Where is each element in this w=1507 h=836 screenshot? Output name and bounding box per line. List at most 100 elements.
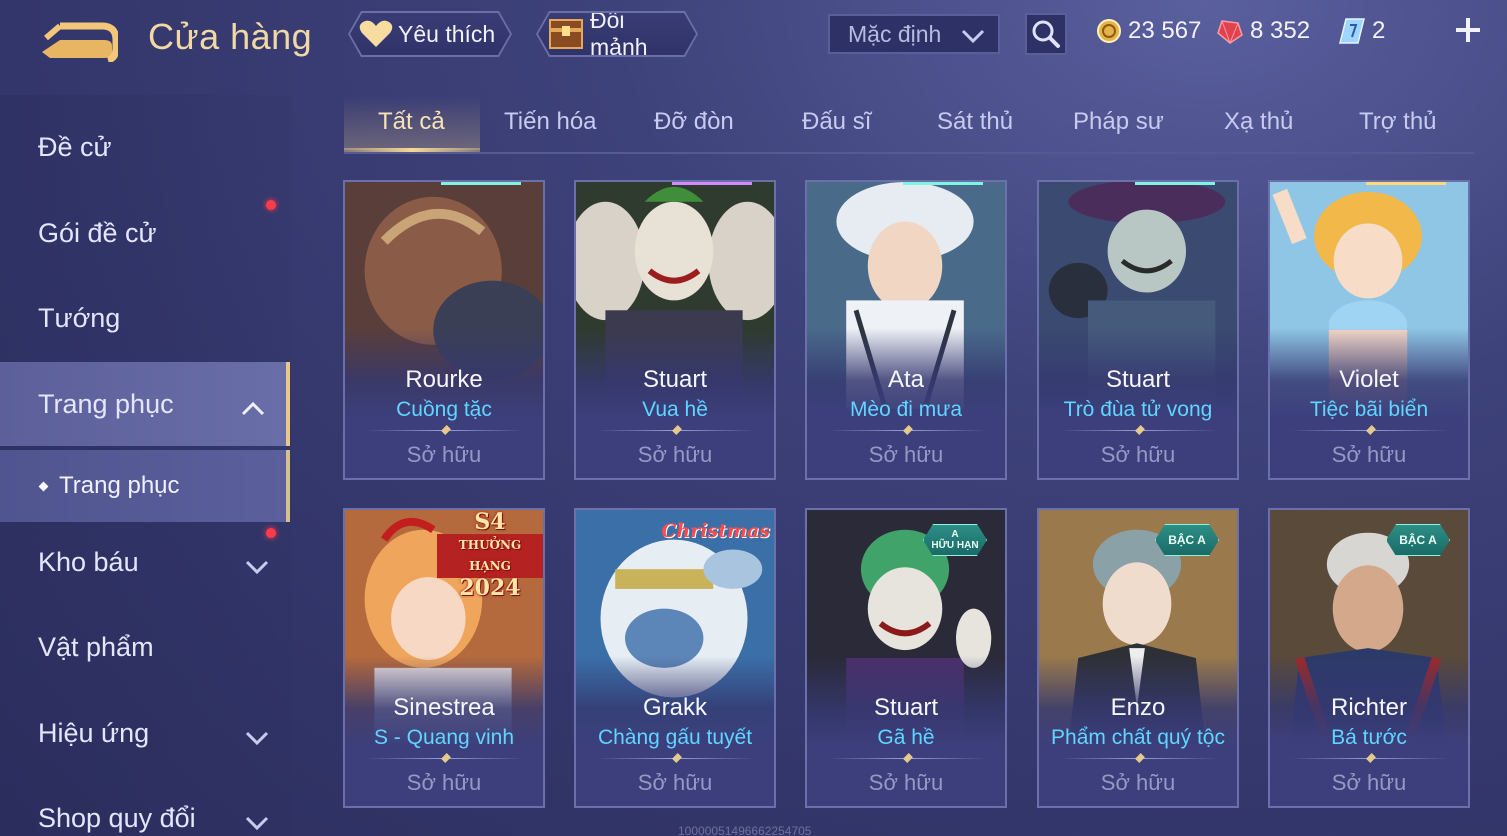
sidebar-subitem-label: Trang phục — [59, 472, 180, 499]
skin-card[interactable]: Stuart Trò đùa tử vong Sở hữu — [1037, 180, 1239, 480]
gold-amount: 23 567 — [1128, 17, 1202, 44]
skin-name: Vua hề — [642, 398, 708, 421]
owned-status: Sở hữu — [406, 770, 482, 795]
hero-name: Stuart — [642, 366, 708, 393]
chest-icon — [546, 16, 586, 52]
back-button[interactable] — [38, 18, 120, 64]
banner-label: THƯỞNG HẠNG — [437, 534, 543, 578]
skin-name: Trò đùa tử vong — [1063, 398, 1213, 421]
hero-name: Grakk — [642, 694, 707, 721]
tab-all[interactable]: Tất cả — [378, 108, 445, 136]
banner-year: 2024 — [459, 575, 521, 601]
skin-card[interactable]: Rourke Cuồng tặc Sở hữu — [343, 180, 545, 480]
owned-status: Sở hữu — [868, 442, 944, 467]
tab-mage[interactable]: Pháp sư — [1073, 108, 1164, 136]
skin-name: S - Quang vinh — [373, 726, 515, 749]
gem-amount: 8 352 — [1250, 17, 1311, 44]
tab-assassin[interactable]: Sát thủ — [937, 108, 1013, 136]
tab-tank[interactable]: Đỡ đòn — [654, 108, 734, 136]
owned-status: Sở hữu — [406, 442, 482, 467]
notification-dot — [266, 528, 276, 538]
sidebar-item-label: Vật phẩm — [38, 631, 154, 662]
owned-status: Sở hữu — [1331, 442, 1407, 467]
tier-badge: BẬC A — [1155, 524, 1219, 556]
christmas-banner: Christmas — [661, 520, 770, 542]
hero-name: Richter — [1330, 694, 1408, 721]
notification-dot — [266, 200, 276, 210]
rarity-strip — [672, 182, 752, 185]
skin-card[interactable]: BẬC A Richter Bá tước Sở hữu — [1268, 508, 1470, 808]
category-tabs: Tất cả Tiến hóa Đỡ đòn Đấu sĩ Sát thủ Ph… — [344, 96, 1474, 154]
add-currency-button[interactable] — [1450, 12, 1486, 48]
skin-name: Gã hề — [877, 726, 935, 749]
search-button[interactable] — [1025, 13, 1067, 55]
sidebar-item-skins[interactable]: Trang phục — [0, 362, 290, 446]
tab-support[interactable]: Trợ thủ — [1359, 108, 1437, 136]
owned-status: Sở hữu — [868, 770, 944, 795]
owned-status: Sở hữu — [1100, 442, 1176, 467]
sidebar-item-heroes[interactable]: Tướng — [0, 276, 290, 360]
sidebar-item-label: Shop quy đổi — [38, 802, 196, 833]
sidebar-item-treasure[interactable]: Kho báu — [0, 520, 290, 604]
red-gem-icon — [1216, 17, 1244, 45]
tab-marksman[interactable]: Xạ thủ — [1224, 108, 1293, 136]
skin-card[interactable]: Violet Tiệc bãi biển Sở hữu — [1268, 180, 1470, 480]
favorites-button[interactable]: Yêu thích — [350, 13, 510, 55]
watermark-id: 10000051496662254705 — [678, 824, 812, 836]
sidebar-item-label: Kho báu — [38, 546, 139, 577]
badge-note: HỮU HẠN — [931, 540, 979, 551]
gem-balance[interactable]: 8 352 — [1216, 14, 1310, 48]
hero-name: Stuart — [1105, 366, 1171, 393]
rarity-strip — [1135, 182, 1215, 185]
chevron-down-icon — [244, 808, 270, 836]
sidebar-item-effects[interactable]: Hiệu ứng — [0, 691, 290, 775]
owned-status: Sở hữu — [1331, 770, 1407, 795]
sidebar-item-label: Gói đề cử — [38, 217, 157, 248]
sort-select[interactable]: Mặc định — [828, 14, 1000, 54]
skin-name: Phẩm chất quý tộc — [1051, 726, 1225, 749]
sidebar-subitem-skins[interactable]: Trang phục — [0, 450, 290, 522]
rarity-strip — [903, 182, 983, 185]
chevron-down-icon — [960, 25, 986, 52]
chevron-down-icon — [244, 723, 270, 754]
top-bar: Cửa hàng Yêu thích Đổi mảnh Mặc định 23 … — [0, 0, 1507, 80]
sidebar-item-exchange-shop[interactable]: Shop quy đổi — [0, 776, 290, 836]
chevron-down-icon — [244, 552, 270, 583]
sidebar-item-recommended[interactable]: Đề cử — [0, 105, 290, 189]
hero-name: Sinestrea — [393, 694, 495, 721]
heart-icon — [358, 19, 394, 49]
badge-rank: A — [951, 529, 959, 540]
sidebar-item-label: Trang phục — [38, 388, 174, 419]
sidebar-item-label: Đề cử — [38, 131, 112, 162]
skin-card[interactable]: Stuart Vua hề Sở hữu — [574, 180, 776, 480]
skin-card[interactable]: Ata Mèo đi mưa Sở hữu — [805, 180, 1007, 480]
sidebar-item-bundles[interactable]: Gói đề cử — [0, 191, 290, 275]
hero-name: Rourke — [405, 366, 483, 393]
skin-name: Cuồng tặc — [396, 398, 492, 421]
limited-badge: A HỮU HẠN — [923, 524, 987, 556]
sort-value: Mặc định — [848, 20, 942, 47]
sidebar: Đề cử Gói đề cử Tướng Trang phục Trang p… — [0, 95, 292, 836]
tab-evolution[interactable]: Tiến hóa — [504, 108, 597, 136]
skin-card[interactable]: BẬC A Enzo Phẩm chất quý tộc Sở hữu — [1037, 508, 1239, 808]
sidebar-item-label: Hiệu ứng — [38, 717, 150, 748]
tab-fighter[interactable]: Đấu sĩ — [802, 108, 871, 136]
hero-name: Stuart — [873, 694, 939, 721]
skin-card[interactable]: Christmas Grakk Chàng gấu tuyết Sở hữu — [574, 508, 776, 808]
exchange-label: Đổi mảnh — [590, 7, 648, 60]
sidebar-item-items[interactable]: Vật phẩm — [0, 605, 290, 689]
skin-name: Tiệc bãi biển — [1309, 398, 1429, 421]
skin-card[interactable]: S4 THƯỞNG HẠNG 2024 Sinestrea S - Quang … — [343, 508, 545, 808]
banner-season: S4 — [474, 509, 506, 535]
voucher-balance[interactable]: 2 — [1338, 14, 1385, 48]
page-title: Cửa hàng — [148, 16, 313, 57]
owned-status: Sở hữu — [637, 770, 713, 795]
exchange-shards-button[interactable]: Đổi mảnh — [538, 13, 696, 55]
hero-name: Enzo — [1110, 694, 1166, 721]
gold-balance[interactable]: 23 567 — [1096, 14, 1201, 48]
skin-card[interactable]: A HỮU HẠN Stuart Gã hề Sở hữu — [805, 508, 1007, 808]
hero-name: Ata — [887, 366, 925, 393]
event-banner: S4 THƯỞNG HẠNG 2024 — [437, 509, 543, 601]
back-arrow-icon — [42, 22, 120, 64]
skin-name: Chàng gấu tuyết — [597, 726, 753, 749]
